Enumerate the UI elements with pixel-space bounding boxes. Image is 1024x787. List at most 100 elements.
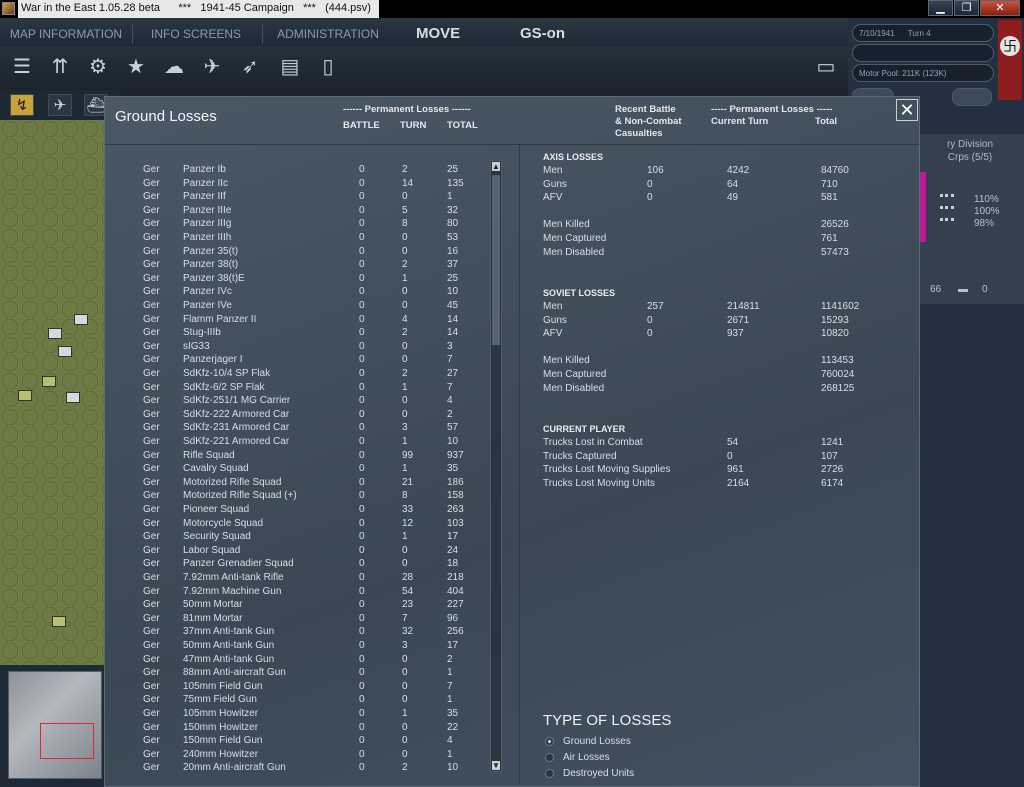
table-row[interactable]: Ger 240mm Howitzer 0 0 1 xyxy=(105,748,485,762)
map-unit-counter[interactable] xyxy=(18,390,32,401)
table-row[interactable]: Ger SdKfz-6/2 SP Flak 0 1 7 xyxy=(105,381,485,395)
table-row[interactable]: Ger Motorcycle Squad 0 12 103 xyxy=(105,517,485,531)
table-row[interactable]: Ger Stug-IIIb 0 2 14 xyxy=(105,326,485,340)
table-row[interactable]: Ger 47mm Anti-tank Gun 0 0 2 xyxy=(105,653,485,667)
table-row[interactable]: Ger 105mm Field Gun 0 0 7 xyxy=(105,680,485,694)
minimap[interactable] xyxy=(0,665,104,787)
tab-administration[interactable]: ADMINISTRATION xyxy=(270,22,386,46)
map-unit-counter[interactable] xyxy=(42,376,56,387)
table-row[interactable]: Ger Labor Squad 0 0 24 xyxy=(105,544,485,558)
fuel-icon[interactable]: ▤ xyxy=(276,52,304,80)
table-row[interactable]: Ger Motorized Rifle Squad (+) 0 8 158 xyxy=(105,489,485,503)
map-unit-counter[interactable] xyxy=(48,328,62,339)
table-row[interactable]: Ger SdKfz-10/4 SP Flak 0 2 27 xyxy=(105,367,485,381)
equipment-name-cell: sIG33 xyxy=(183,340,210,352)
map-unit-counter[interactable] xyxy=(66,392,80,403)
table-row[interactable]: Ger Panzer IIIe 0 5 32 xyxy=(105,204,485,218)
minimap-viewport[interactable] xyxy=(40,723,94,759)
tab-move[interactable]: MOVE xyxy=(416,22,460,46)
table-row[interactable]: Ger SdKfz-231 Armored Car 0 3 57 xyxy=(105,421,485,435)
table-row[interactable]: Ger Panzer IIf 0 0 1 xyxy=(105,190,485,204)
equipment-name-cell: Motorized Rifle Squad xyxy=(183,476,282,488)
total-cell: 4 xyxy=(447,395,453,407)
turn-cell: 1 xyxy=(402,531,408,543)
radio-button-icon[interactable] xyxy=(545,737,554,746)
table-row[interactable]: Ger Panzer IIIh 0 0 53 xyxy=(105,231,485,245)
gear-icon[interactable]: ⚙ xyxy=(84,52,112,80)
loss-list-scrollbar[interactable]: ▲ ▼ xyxy=(490,160,502,772)
table-row[interactable]: Ger 150mm Howitzer 0 0 22 xyxy=(105,721,485,735)
table-row[interactable]: Ger Cavalry Squad 0 1 35 xyxy=(105,462,485,476)
tab-map-information[interactable]: MAP INFORMATION xyxy=(8,22,124,46)
radio-button-icon[interactable] xyxy=(545,753,554,762)
close-dialog-button[interactable]: ✕ xyxy=(896,99,918,121)
table-row[interactable]: Ger Panzer 35(t) 0 0 16 xyxy=(105,245,485,259)
battle-cell: 0 xyxy=(359,232,365,243)
equipment-name-cell: Panzer IVc xyxy=(183,286,232,298)
radio-button-icon[interactable] xyxy=(545,769,554,778)
radio-option-ground-losses[interactable]: Ground Losses xyxy=(545,735,745,749)
map-unit-counter[interactable] xyxy=(74,314,88,325)
table-row[interactable]: Ger Panzer Ib 0 2 25 xyxy=(105,163,485,177)
unit-card[interactable]: ry Division Crps (5/5) 110% 100% 98% 66 … xyxy=(916,134,1024,304)
table-row[interactable]: Ger Panzer IVc 0 0 10 xyxy=(105,285,485,299)
document-icon[interactable]: ▯ xyxy=(314,52,342,80)
card-icon[interactable]: ▭ xyxy=(812,52,840,80)
table-row[interactable]: Ger Panzerjager I 0 0 7 xyxy=(105,353,485,367)
map-unit-counter[interactable] xyxy=(52,616,66,627)
panel-button[interactable] xyxy=(952,88,992,106)
minimize-button[interactable]: ▁ xyxy=(928,0,953,16)
aircraft-list-icon[interactable]: ✈ xyxy=(48,94,72,116)
table-row[interactable]: Ger 7.92mm Anti-tank Rifle 0 28 218 xyxy=(105,571,485,585)
table-row[interactable]: Ger Panzer Grenadier Squad 0 0 18 xyxy=(105,557,485,571)
table-row[interactable]: Ger 75mm Field Gun 0 0 1 xyxy=(105,693,485,707)
equipment-name-cell: Panzer IIc xyxy=(183,177,229,189)
close-window-button[interactable]: ✕ xyxy=(980,0,1020,16)
radio-option-destroyed-units[interactable]: Destroyed Units xyxy=(545,767,745,781)
path-icon[interactable]: ↯ xyxy=(10,94,34,116)
table-row[interactable]: Ger Flamm Panzer II 0 4 14 xyxy=(105,313,485,327)
table-row[interactable]: Ger Panzer IVe 0 0 45 xyxy=(105,299,485,313)
table-row[interactable]: Ger Pioneer Squad 0 33 263 xyxy=(105,503,485,517)
table-row[interactable]: Ger sIG33 0 0 3 xyxy=(105,340,485,354)
table-row[interactable]: Ger Rifle Squad 0 99 937 xyxy=(105,449,485,463)
units-icon[interactable]: ⇈ xyxy=(46,52,74,80)
table-row[interactable]: Ger 81mm Mortar 0 7 96 xyxy=(105,612,485,626)
summary-label: Men Killed xyxy=(543,219,590,231)
rocket-icon[interactable]: ➶ xyxy=(236,52,264,80)
layers-icon[interactable]: ☰ xyxy=(8,52,36,80)
scroll-up-arrow[interactable]: ▲ xyxy=(492,162,500,171)
table-row[interactable]: Ger 7.92mm Machine Gun 0 54 404 xyxy=(105,585,485,599)
table-row[interactable]: Ger Security Squad 0 1 17 xyxy=(105,530,485,544)
star-icon[interactable]: ★ xyxy=(122,52,150,80)
table-row[interactable]: Ger 50mm Anti-tank Gun 0 3 17 xyxy=(105,639,485,653)
equipment-name-cell: 150mm Howitzer xyxy=(183,721,259,733)
table-row[interactable]: Ger Panzer 38(t)E 0 1 25 xyxy=(105,272,485,286)
table-row[interactable]: Ger SdKfz-251/1 MG Carrier 0 0 4 xyxy=(105,394,485,408)
table-row[interactable]: Ger Panzer IIc 0 14 135 xyxy=(105,177,485,191)
scroll-down-arrow[interactable]: ▼ xyxy=(492,761,500,770)
table-row[interactable]: Ger SdKfz-221 Armored Car 0 1 10 xyxy=(105,435,485,449)
table-row[interactable]: Ger 50mm Mortar 0 23 227 xyxy=(105,598,485,612)
map-unit-counter[interactable] xyxy=(58,346,72,357)
tab-gs-on[interactable]: GS-on xyxy=(520,22,565,46)
table-row[interactable]: Ger 150mm Field Gun 0 0 4 xyxy=(105,734,485,748)
table-row[interactable]: Ger SdKfz-222 Armored Car 0 0 2 xyxy=(105,408,485,422)
turn-cell: 2 xyxy=(402,368,408,379)
equipment-name-cell: 105mm Field Gun xyxy=(183,680,263,692)
table-row[interactable]: Ger Panzer IIIg 0 8 80 xyxy=(105,217,485,231)
table-row[interactable]: Ger 20mm Anti-aircraft Gun 0 2 10 xyxy=(105,761,485,775)
radio-option-air-losses[interactable]: Air Losses xyxy=(545,751,745,765)
aircraft-icon[interactable]: ✈ xyxy=(198,52,226,80)
scroll-thumb[interactable] xyxy=(492,175,500,345)
table-row[interactable]: Ger Motorized Rifle Squad 0 21 186 xyxy=(105,476,485,490)
table-row[interactable]: Ger 88mm Anti-aircraft Gun 0 0 1 xyxy=(105,666,485,680)
maximize-button[interactable]: ❐ xyxy=(954,0,979,16)
tab-info-screens[interactable]: INFO SCREENS xyxy=(140,22,252,46)
equipment-name-cell: 105mm Howitzer xyxy=(183,708,259,719)
table-row[interactable]: Ger Panzer 38(t) 0 2 37 xyxy=(105,258,485,272)
table-row[interactable]: Ger 105mm Howitzer 0 1 35 xyxy=(105,707,485,721)
table-row[interactable]: Ger 37mm Anti-tank Gun 0 32 256 xyxy=(105,625,485,639)
weather-icon[interactable]: ☁ xyxy=(160,52,188,80)
hex-map[interactable] xyxy=(0,120,104,665)
